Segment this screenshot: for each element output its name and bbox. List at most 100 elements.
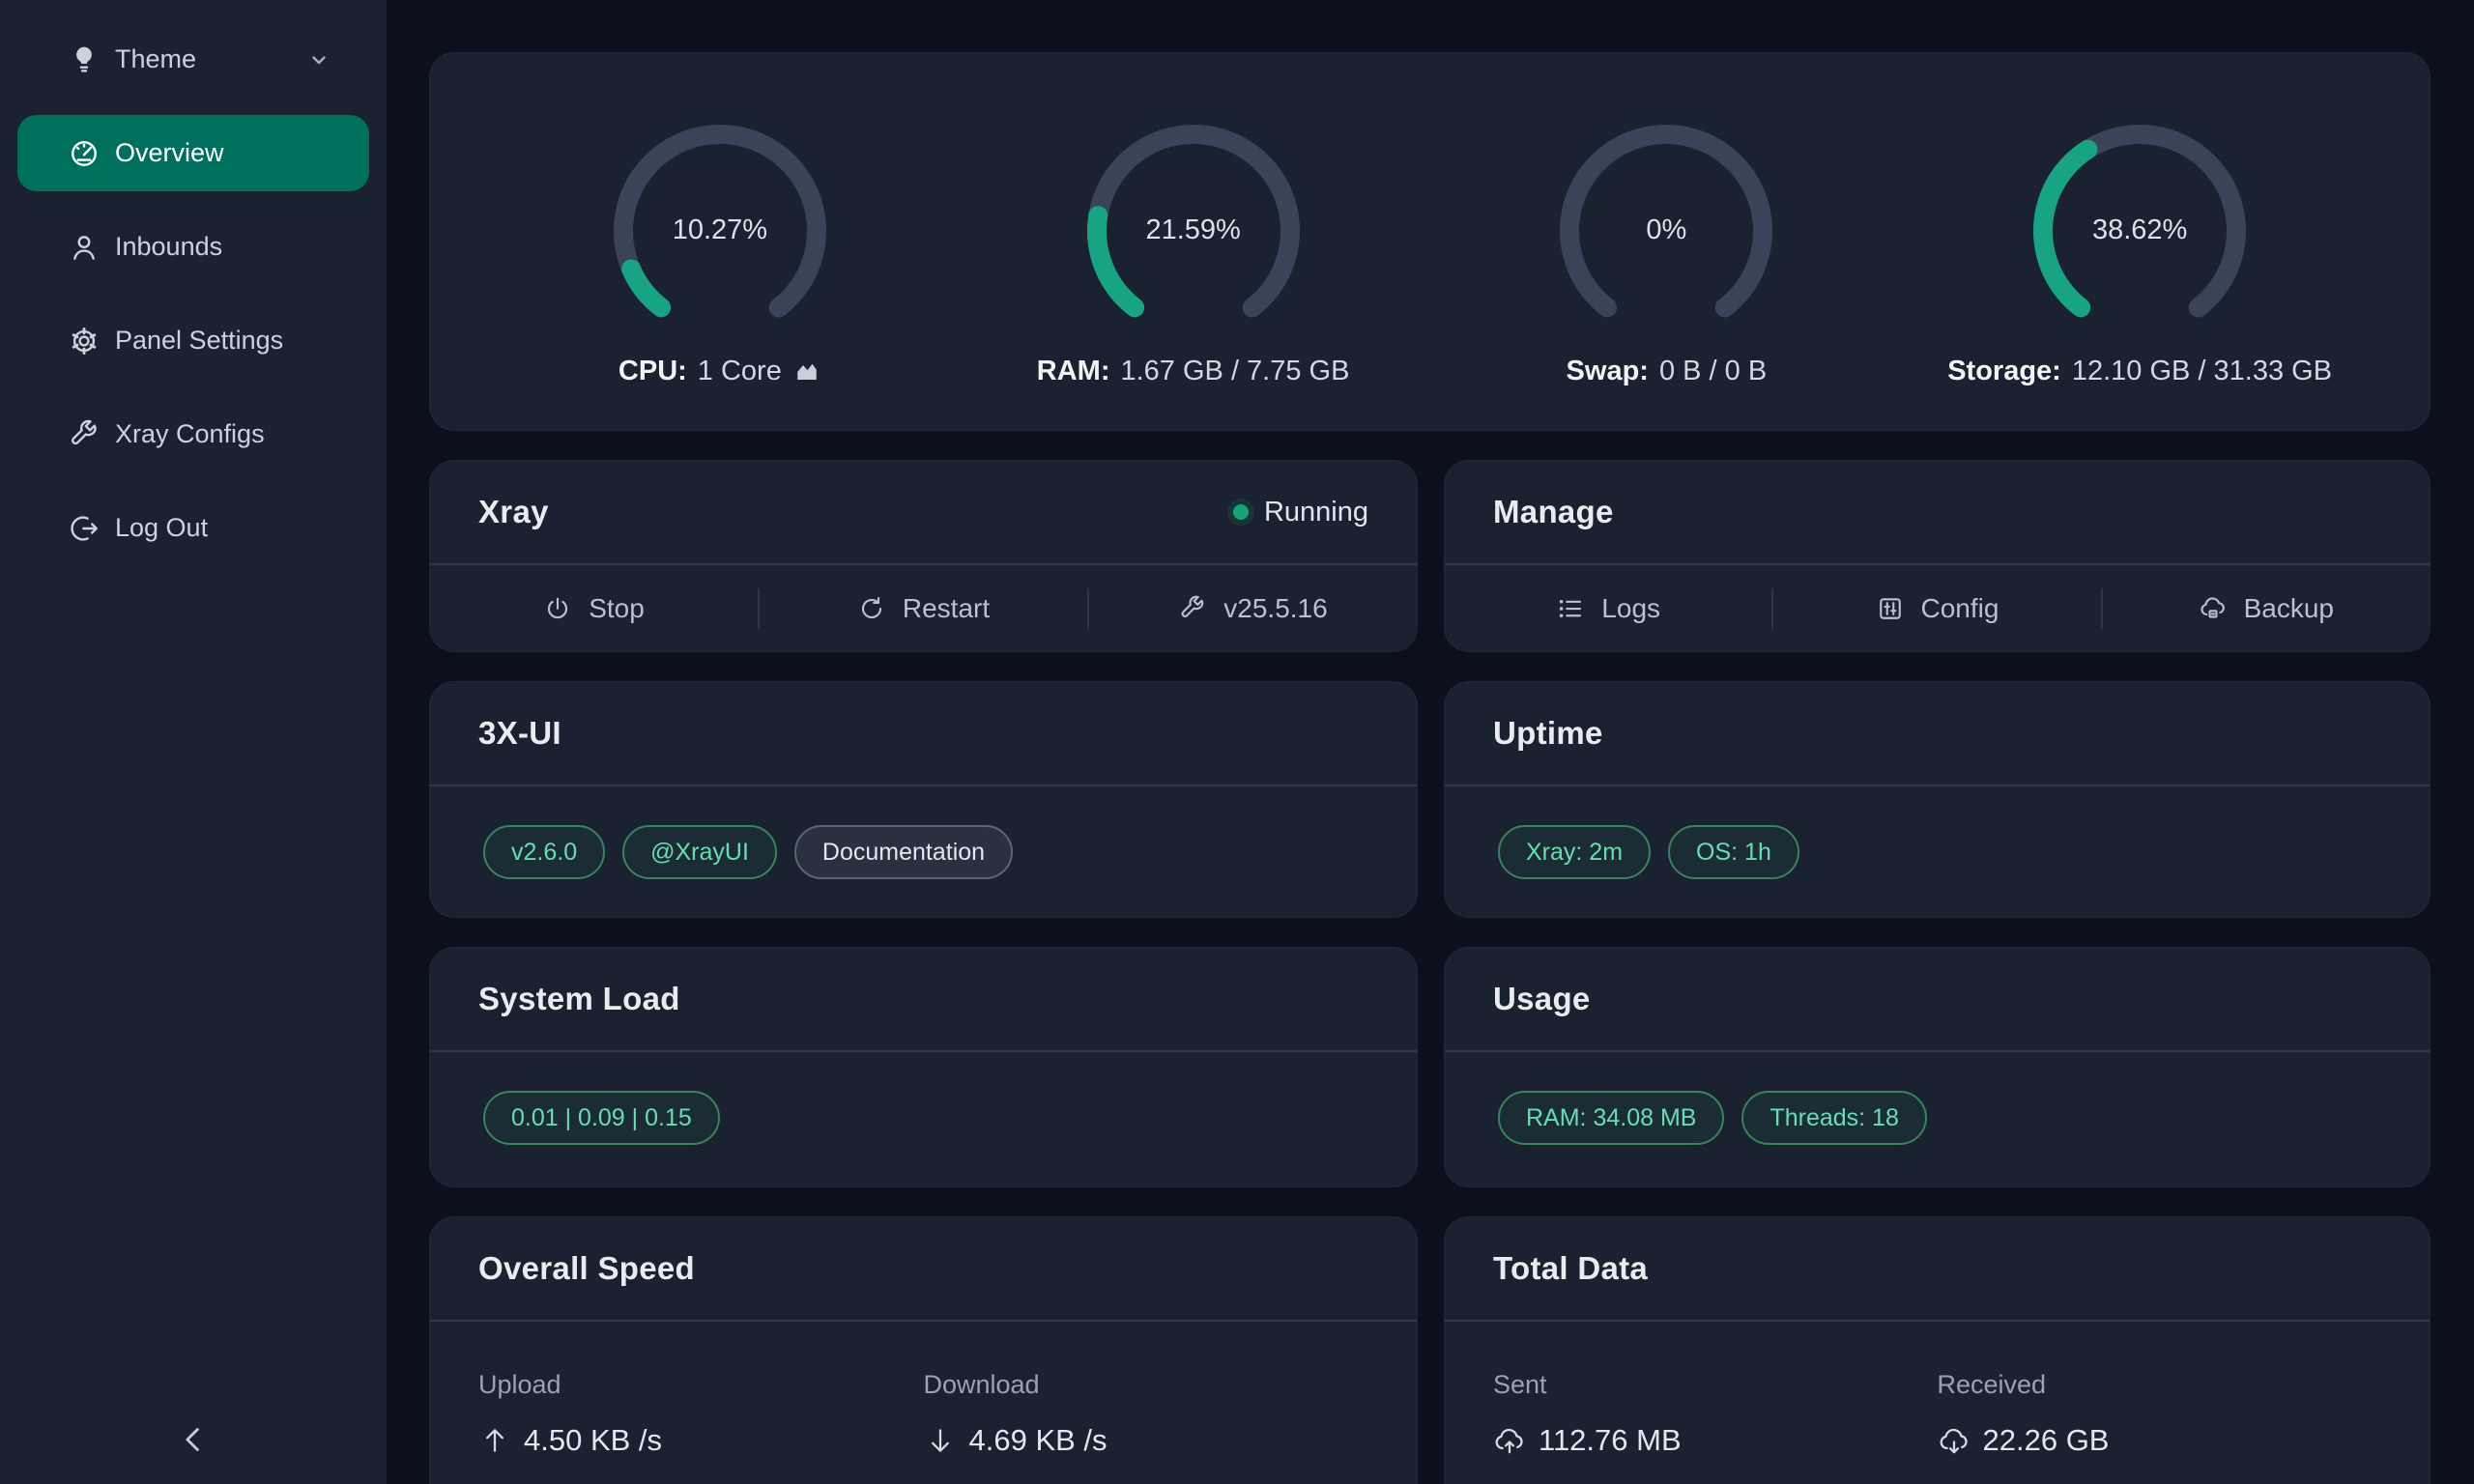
storage-percent: 38.62% <box>2019 110 2260 352</box>
received-label: Received <box>1938 1370 2382 1400</box>
sidebar-item-label: Theme <box>115 44 196 74</box>
sidebar: Theme Overview Inbounds Panel Settings <box>0 0 387 1484</box>
ram-label: RAM: 1.67 GB / 7.75 GB <box>1037 356 1350 387</box>
restart-button[interactable]: Restart <box>760 565 1087 652</box>
wrench-icon <box>68 418 101 451</box>
total-data-header: Total Data <box>1445 1217 2430 1322</box>
upload-value: 4.50 KB /s <box>478 1423 924 1458</box>
total-data-body: Sent 112.76 MB Received <box>1445 1322 2430 1458</box>
overall-speed-body: Upload 4.50 KB /s Download <box>430 1322 1417 1458</box>
card-title: Overall Speed <box>478 1250 695 1287</box>
sidebar-item-label: Panel Settings <box>115 326 283 356</box>
total-data-card: Total Data Sent 112.76 MB Received <box>1444 1216 2431 1484</box>
sidebar-item-xray-configs[interactable]: Xray Configs <box>17 396 369 472</box>
cpu-percent: 10.27% <box>599 110 841 352</box>
download-label: Download <box>924 1370 1369 1400</box>
list-icon <box>1556 594 1585 623</box>
documentation-tag[interactable]: Documentation <box>794 825 1013 879</box>
manage-card: Manage Logs Config <box>1444 460 2431 652</box>
sidebar-item-log-out[interactable]: Log Out <box>17 490 369 566</box>
wrench-icon <box>1178 594 1207 623</box>
manage-card-header: Manage <box>1445 461 2430 565</box>
chevron-down-icon <box>307 48 331 71</box>
usage-card: Usage RAM: 34.08 MB Threads: 18 <box>1444 947 2431 1187</box>
uptime-card-header: Uptime <box>1445 682 2430 786</box>
uptime-card: Uptime Xray: 2m OS: 1h <box>1444 681 2431 918</box>
stop-button[interactable]: Stop <box>430 565 758 652</box>
overall-speed-header: Overall Speed <box>430 1217 1417 1322</box>
system-load-header: System Load <box>430 948 1417 1052</box>
card-title: Total Data <box>1493 1250 1648 1287</box>
xray-card-header: Xray Running <box>430 461 1417 565</box>
sidebar-item-theme[interactable]: Theme <box>17 21 369 98</box>
threads-tag: Threads: 18 <box>1741 1091 1926 1145</box>
reload-icon <box>857 594 886 623</box>
sidebar-item-label: Overview <box>115 138 224 168</box>
swap-label: Swap: 0 B / 0 B <box>1567 356 1768 387</box>
dashboard-icon <box>68 137 101 170</box>
sliders-icon <box>1876 594 1905 623</box>
card-title: Uptime <box>1493 715 1603 752</box>
gauge-storage: 38.62% Storage: 12.10 GB / 31.33 GB <box>1903 110 2376 387</box>
sidebar-item-inbounds[interactable]: Inbounds <box>17 209 369 285</box>
version-tag[interactable]: v2.6.0 <box>483 825 605 879</box>
overall-speed-card: Overall Speed Upload 4.50 KB /s Downlo <box>429 1216 1418 1484</box>
system-load-body: 0.01 | 0.09 | 0.15 <box>430 1052 1417 1145</box>
cloud-server-icon <box>2199 594 2228 623</box>
xray-status-badge: Running <box>1233 497 1368 528</box>
cloud-upload-icon <box>1493 1424 1526 1457</box>
arrow-up-icon <box>478 1424 511 1457</box>
sidebar-item-overview[interactable]: Overview <box>17 115 369 191</box>
system-load-card: System Load 0.01 | 0.09 | 0.15 <box>429 947 1418 1187</box>
download-value: 4.69 KB /s <box>924 1423 1369 1458</box>
upload-label: Upload <box>478 1370 924 1400</box>
received-value: 22.26 GB <box>1938 1423 2382 1458</box>
xray-actions: Stop Restart v25.5.16 <box>430 565 1417 652</box>
lightbulb-icon <box>68 43 101 76</box>
logout-icon <box>68 512 101 545</box>
sidebar-collapse-button[interactable] <box>0 1419 387 1463</box>
ram-gauge-ring: 21.59% <box>1073 110 1314 352</box>
area-chart-icon[interactable] <box>792 357 821 385</box>
gauge-ram: 21.59% RAM: 1.67 GB / 7.75 GB <box>957 110 1430 387</box>
cards-grid: Xray Running Stop <box>429 460 2431 1484</box>
xui-card: 3X-UI v2.6.0 @XrayUI Documentation <box>429 681 1418 918</box>
xui-card-body: v2.6.0 @XrayUI Documentation <box>430 786 1417 879</box>
main-content: 10.27% CPU: 1 Core 21.59% <box>387 0 2474 1484</box>
cloud-download-icon <box>1938 1424 1971 1457</box>
download-stat: Download 4.69 KB /s <box>924 1370 1369 1458</box>
storage-label: Storage: 12.10 GB / 31.33 GB <box>1947 356 2332 387</box>
storage-gauge-ring: 38.62% <box>2019 110 2260 352</box>
status-dot <box>1233 504 1249 520</box>
sent-stat: Sent 112.76 MB <box>1493 1370 1938 1458</box>
xray-version-button[interactable]: v25.5.16 <box>1089 565 1417 652</box>
power-icon <box>543 594 572 623</box>
uptime-card-body: Xray: 2m OS: 1h <box>1445 786 2430 879</box>
app-root: Theme Overview Inbounds Panel Settings <box>0 0 2474 1484</box>
card-title: Usage <box>1493 981 1591 1017</box>
xray-uptime-tag: Xray: 2m <box>1498 825 1651 879</box>
usage-card-header: Usage <box>1445 948 2430 1052</box>
gauge-swap: 0% Swap: 0 B / 0 B <box>1430 110 1904 387</box>
card-title: 3X-UI <box>478 715 561 752</box>
sidebar-item-panel-settings[interactable]: Panel Settings <box>17 302 369 379</box>
gear-icon <box>68 325 101 357</box>
backup-button[interactable]: Backup <box>2103 565 2430 652</box>
arrow-down-icon <box>924 1424 957 1457</box>
cpu-label: CPU: 1 Core <box>618 356 821 387</box>
os-uptime-tag: OS: 1h <box>1668 825 1799 879</box>
xrayui-tag[interactable]: @XrayUI <box>622 825 777 879</box>
sidebar-item-label: Xray Configs <box>115 419 265 449</box>
xui-card-header: 3X-UI <box>430 682 1417 786</box>
system-gauges-card: 10.27% CPU: 1 Core 21.59% <box>429 52 2431 431</box>
usage-card-body: RAM: 34.08 MB Threads: 18 <box>1445 1052 2430 1145</box>
manage-actions: Logs Config Backup <box>1445 565 2430 652</box>
xray-card: Xray Running Stop <box>429 460 1418 652</box>
sent-value: 112.76 MB <box>1493 1423 1938 1458</box>
config-button[interactable]: Config <box>1773 565 2100 652</box>
swap-gauge-ring: 0% <box>1545 110 1787 352</box>
swap-percent: 0% <box>1545 110 1787 352</box>
logs-button[interactable]: Logs <box>1445 565 1771 652</box>
sent-label: Sent <box>1493 1370 1938 1400</box>
ram-usage-tag: RAM: 34.08 MB <box>1498 1091 1724 1145</box>
